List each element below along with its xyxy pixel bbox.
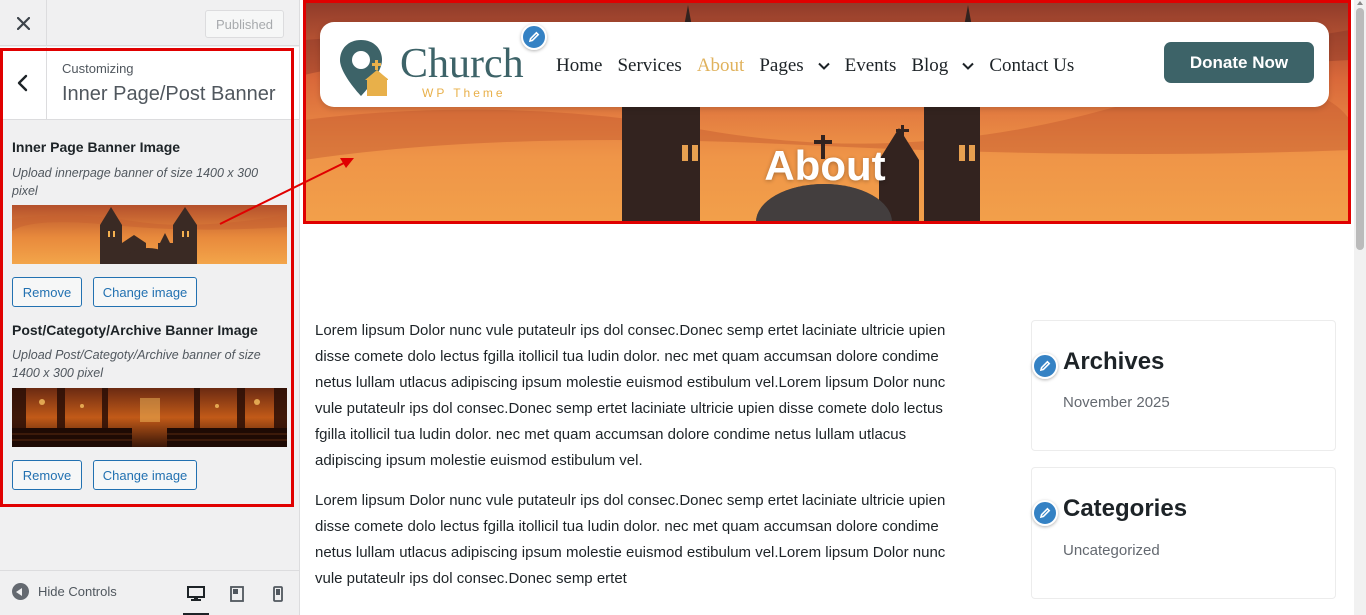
archives-widget: Archives November 2025 (1031, 320, 1336, 451)
pencil-icon (1039, 360, 1051, 372)
content-paragraph: Lorem lipsum Dolor nunc vule putateulr i… (315, 322, 946, 469)
menu-item-pages[interactable]: Pages (759, 55, 830, 77)
close-icon (16, 16, 30, 30)
menu-label: Events (844, 55, 897, 76)
pencil-icon (528, 31, 540, 43)
logo-text: Church (400, 41, 524, 87)
customizer-root: Published Customizing Inner Page/Post Ba… (0, 0, 1366, 615)
menu-item-home[interactable]: Home (556, 55, 602, 77)
preview-scrollbar[interactable] (1354, 0, 1366, 615)
back-button[interactable] (0, 47, 47, 119)
menu-item-contact-us[interactable]: Contact Us (989, 55, 1074, 77)
edit-categories-widget-shortcut[interactable] (1032, 500, 1058, 526)
menu-label: About (696, 55, 745, 76)
edit-logo-shortcut[interactable] (521, 24, 547, 50)
scroll-up-arrow-icon[interactable] (1357, 1, 1363, 5)
edit-archives-widget-shortcut[interactable] (1032, 353, 1058, 379)
desktop-icon (187, 586, 205, 601)
customizer-header: Published (0, 0, 299, 46)
site-header-nav: Church WP Theme Home Services About Page… (320, 22, 1329, 107)
menu-label: Services (617, 55, 682, 76)
menu-label: Home (556, 55, 603, 76)
categories-widget: Categories Uncategorized (1031, 467, 1336, 599)
section-header: Customizing Inner Page/Post Banner (0, 47, 299, 120)
hero-title: About (764, 142, 886, 189)
inner-page-banner-thumbnail[interactable] (12, 205, 287, 264)
change-inner-banner-button[interactable]: Change image (93, 277, 197, 307)
menu-item-blog[interactable]: Blog (911, 55, 975, 77)
chevron-down-icon (962, 62, 975, 70)
archive-link[interactable]: November 2025 (1063, 394, 1170, 411)
pencil-icon (1039, 507, 1051, 519)
post-archive-banner-label: Post/Categoty/Archive Banner Image (12, 322, 258, 338)
church-interior-image (12, 388, 287, 447)
widget-title-archives: Archives (1063, 348, 1165, 375)
location-pin-icon (340, 40, 388, 96)
customizer-sidebar: Published Customizing Inner Page/Post Ba… (0, 0, 300, 615)
post-archive-banner-thumbnail[interactable] (12, 388, 287, 447)
main-menu: Home Services About Pages Events Blog Co… (556, 55, 1089, 77)
donate-now-button[interactable]: Donate Now (1164, 42, 1314, 83)
menu-item-events[interactable]: Events (845, 55, 897, 77)
published-button[interactable]: Published (205, 10, 284, 38)
menu-label: Blog (911, 55, 949, 76)
mobile-icon (273, 586, 283, 602)
preview-desktop-button[interactable] (183, 584, 209, 615)
customizer-footer: Hide Controls (0, 570, 299, 615)
site-logo[interactable]: Church WP Theme (338, 36, 538, 100)
remove-inner-banner-button[interactable]: Remove (12, 277, 82, 307)
customizing-label: Customizing (62, 61, 134, 76)
content-paragraph: Lorem lipsum Dolor nunc vule putateulr i… (315, 492, 946, 587)
menu-item-about[interactable]: About (697, 55, 745, 77)
menu-item-services[interactable]: Services (617, 55, 681, 77)
menu-label: Contact Us (989, 55, 1075, 76)
preview-tablet-button[interactable] (227, 584, 247, 604)
widget-title-categories: Categories (1063, 495, 1188, 522)
page-content: Lorem lipsum Dolor nunc vule putateulr i… (315, 318, 975, 606)
preview-mobile-button[interactable] (268, 584, 288, 604)
hide-controls-button[interactable]: Hide Controls (12, 583, 117, 600)
section-title: Inner Page/Post Banner (62, 83, 276, 105)
logo-subtext: WP Theme (422, 86, 506, 100)
close-customizer-button[interactable] (0, 0, 47, 46)
category-link[interactable]: Uncategorized (1063, 542, 1160, 559)
tablet-icon (230, 586, 244, 602)
chevron-down-icon (817, 62, 830, 70)
hide-controls-label: Hide Controls (38, 584, 117, 599)
scrollbar-thumb[interactable] (1356, 8, 1364, 250)
menu-label: Pages (759, 55, 804, 76)
remove-post-banner-button[interactable]: Remove (12, 460, 82, 490)
chevron-left-icon (17, 74, 28, 92)
post-archive-banner-description: Upload Post/Categoty/Archive banner of s… (12, 348, 261, 380)
collapse-arrow-icon (12, 583, 29, 600)
change-post-banner-button[interactable]: Change image (93, 460, 197, 490)
sunset-church-image (12, 205, 287, 264)
